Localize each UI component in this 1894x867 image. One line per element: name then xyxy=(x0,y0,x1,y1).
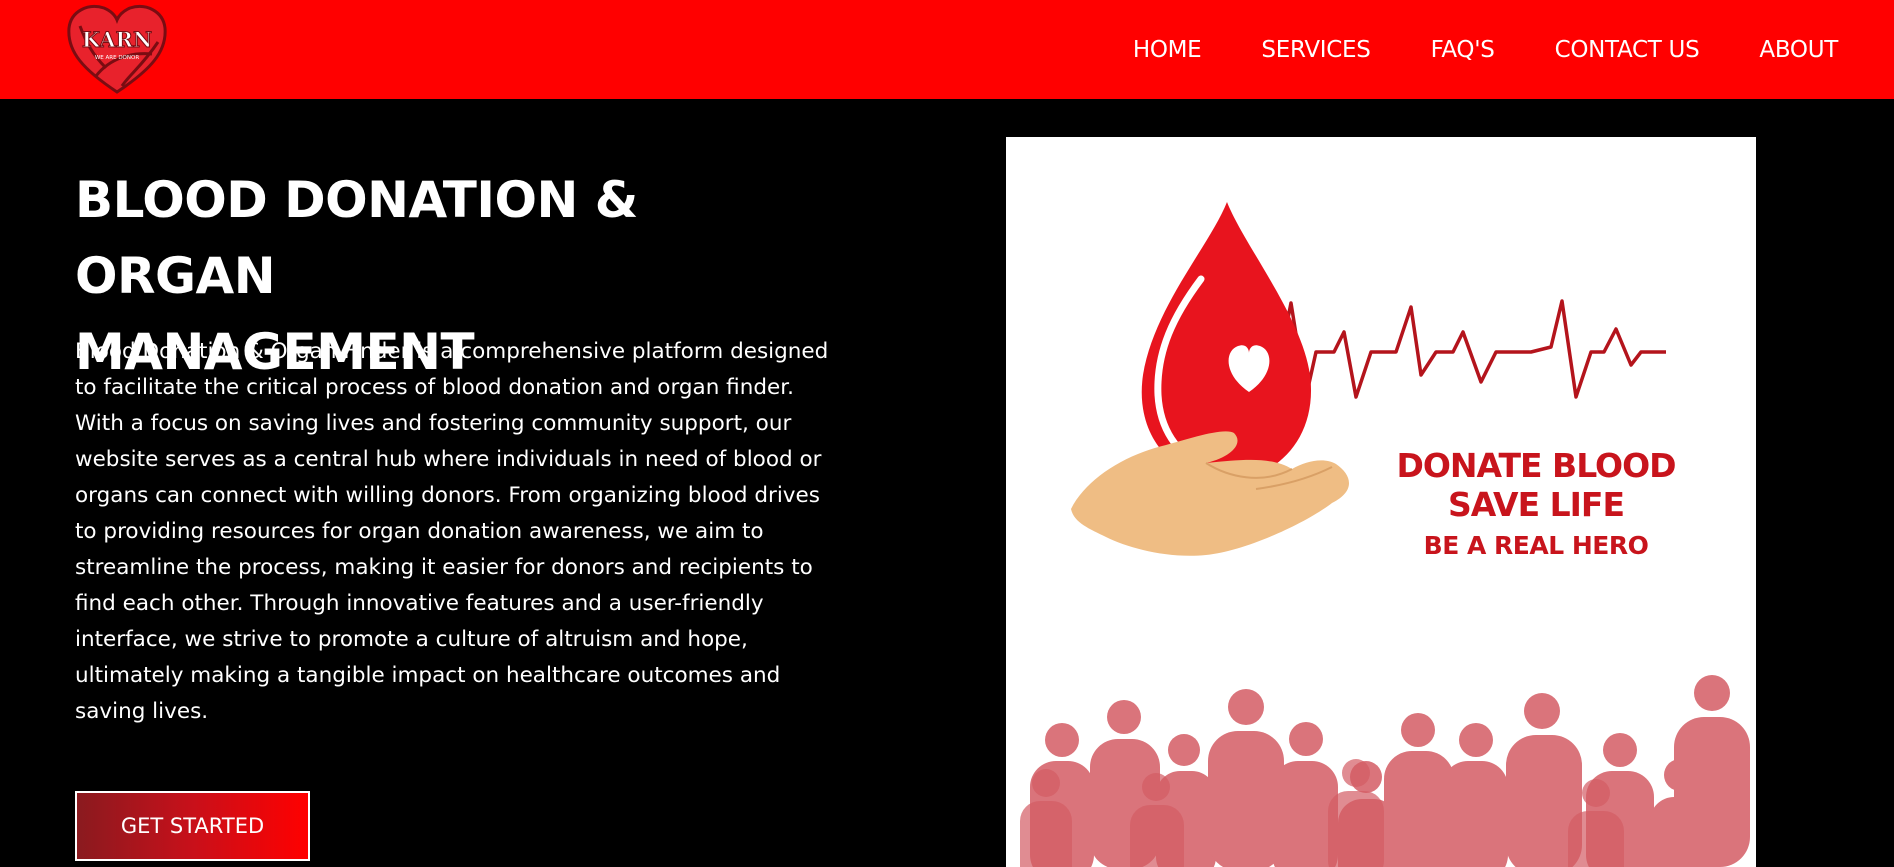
poster-be-a-real-hero: BE A REAL HERO xyxy=(1423,531,1649,560)
logo-wordmark: KARN xyxy=(82,27,152,52)
karn-logo[interactable]: KARN WE ARE DONOR xyxy=(66,4,168,95)
nav-about[interactable]: ABOUT xyxy=(1759,37,1838,63)
navbar: KARN WE ARE DONOR HOME SERVICES FAQ'S CO… xyxy=(0,0,1894,99)
hero-description: Blood Donation & Organ Finder is a compr… xyxy=(75,339,829,724)
nav-contact-us[interactable]: CONTACT US xyxy=(1555,37,1700,63)
donate-blood-poster: DONATE BLOOD SAVE LIFE BE A REAL HERO xyxy=(1006,137,1756,867)
poster-donate-blood: DONATE BLOOD xyxy=(1396,446,1676,485)
get-started-button[interactable]: GET STARTED xyxy=(75,791,310,861)
main-nav: HOME SERVICES FAQ'S CONTACT US ABOUT xyxy=(1133,0,1838,99)
nav-home[interactable]: HOME xyxy=(1133,37,1202,63)
logo-tagline: WE ARE DONOR xyxy=(95,55,139,61)
nav-services[interactable]: SERVICES xyxy=(1261,37,1370,63)
people-crowd-icon xyxy=(1020,675,1750,867)
nav-faqs[interactable]: FAQ'S xyxy=(1431,37,1495,63)
poster-save-life: SAVE LIFE xyxy=(1447,485,1625,524)
hero-title-line1: BLOOD DONATION & ORGAN xyxy=(75,171,638,305)
hand-icon xyxy=(1071,431,1349,556)
